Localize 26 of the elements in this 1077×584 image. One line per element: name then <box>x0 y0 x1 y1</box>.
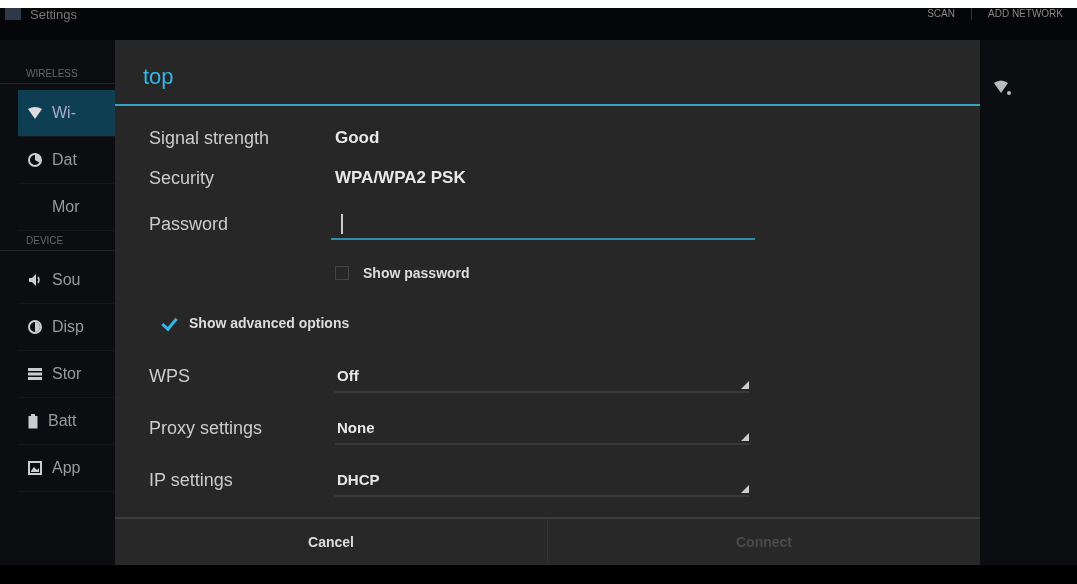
field-label: Proxy settings <box>149 417 264 439</box>
action-button[interactable]: SCAN <box>923 8 959 20</box>
dropdown[interactable]: None <box>335 411 749 445</box>
field-label: Security <box>149 167 216 189</box>
field-label: IP settings <box>149 469 234 491</box>
dropdown[interactable]: DHCP <box>335 463 749 497</box>
field-label: WPS <box>149 365 191 387</box>
dialog-title: top <box>115 40 980 106</box>
app-title: Settings <box>30 8 77 22</box>
storage-icon <box>28 368 42 380</box>
show-password-checkbox[interactable]: Show password <box>335 265 470 281</box>
sidebar-item[interactable]: Wi- <box>18 90 115 137</box>
wifi-icon <box>994 80 1012 96</box>
field-label: Signal strength <box>149 127 271 149</box>
battery-icon <box>28 413 38 429</box>
wifi-icon <box>28 107 42 119</box>
brightness-icon <box>28 320 42 334</box>
action-button[interactable]: ADD NETWORK <box>984 8 1067 20</box>
speaker-icon <box>28 273 42 287</box>
apps-icon <box>28 461 42 475</box>
field-value: WPA/WPA2 PSK <box>335 168 466 188</box>
advanced-options-checkbox[interactable]: Show advanced options <box>161 315 350 331</box>
dropdown[interactable]: Off <box>335 359 749 393</box>
pie-chart-icon <box>28 153 42 167</box>
field-label: Password <box>149 213 230 235</box>
field-value: Good <box>335 128 380 148</box>
